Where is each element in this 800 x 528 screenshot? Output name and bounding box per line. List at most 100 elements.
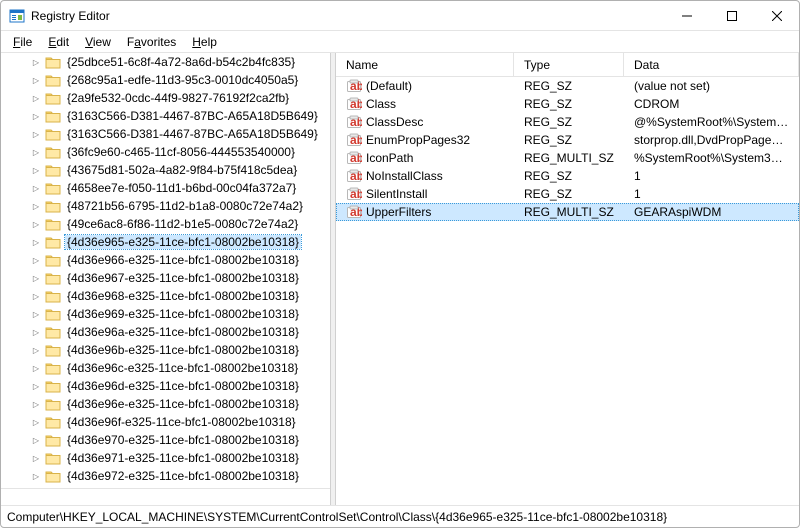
expand-icon[interactable]: ▷ <box>29 361 43 375</box>
tree-horizontal-scrollbar[interactable] <box>1 488 330 505</box>
tree-item[interactable]: ▷{43675d81-502a-4a82-9f84-b75f418c5dea} <box>1 161 330 179</box>
close-button[interactable] <box>754 1 799 31</box>
minimize-button[interactable] <box>664 1 709 31</box>
value-row[interactable]: abEnumPropPages32REG_SZstorprop.dll,DvdP… <box>336 131 799 149</box>
maximize-button[interactable] <box>709 1 754 31</box>
tree-item[interactable]: ▷{49ce6ac8-6f86-11d2-b1e5-0080c72e74a2} <box>1 215 330 233</box>
value-row[interactable]: abSilentInstallREG_SZ1 <box>336 185 799 203</box>
value-type: REG_SZ <box>514 133 624 147</box>
tree-item[interactable]: ▷{4d36e96e-e325-11ce-bfc1-08002be10318} <box>1 395 330 413</box>
value-row[interactable]: abNoInstallClassREG_SZ1 <box>336 167 799 185</box>
expand-icon[interactable]: ▷ <box>29 415 43 429</box>
folder-icon <box>45 163 61 177</box>
tree-item[interactable]: ▷{4d36e96d-e325-11ce-bfc1-08002be10318} <box>1 377 330 395</box>
value-row[interactable]: abUpperFiltersREG_MULTI_SZGEARAspiWDM <box>336 203 799 221</box>
tree-item[interactable]: ▷{4d36e966-e325-11ce-bfc1-08002be10318} <box>1 251 330 269</box>
expand-icon[interactable]: ▷ <box>29 181 43 195</box>
expand-icon[interactable]: ▷ <box>29 163 43 177</box>
expand-icon[interactable]: ▷ <box>29 325 43 339</box>
menu-edit[interactable]: Edit <box>40 33 77 51</box>
tree-item[interactable]: ▷{4d36e96f-e325-11ce-bfc1-08002be10318} <box>1 413 330 431</box>
expand-icon[interactable]: ▷ <box>29 289 43 303</box>
expand-icon[interactable]: ▷ <box>29 217 43 231</box>
expand-icon[interactable]: ▷ <box>29 379 43 393</box>
tree-item-label: {4d36e970-e325-11ce-bfc1-08002be10318} <box>65 433 301 447</box>
tree-item[interactable]: ▷{4d36e96c-e325-11ce-bfc1-08002be10318} <box>1 359 330 377</box>
value-row[interactable]: abClassDescREG_SZ@%SystemRoot%\System32\… <box>336 113 799 131</box>
folder-icon <box>45 271 61 285</box>
tree-item-label: {3163C566-D381-4467-87BC-A65A18D5B649} <box>65 127 320 141</box>
list-body[interactable]: ab(Default)REG_SZ(value not set)abClassR… <box>336 77 799 505</box>
value-row[interactable]: abClassREG_SZCDROM <box>336 95 799 113</box>
value-data: (value not set) <box>624 79 799 93</box>
tree-item[interactable]: ▷ {4d36e971-e325-11ce-bfc1-08002be10318} <box>1 449 330 467</box>
folder-icon <box>45 451 61 465</box>
folder-icon <box>45 397 61 411</box>
expand-icon[interactable]: ▷ <box>29 199 43 213</box>
value-row[interactable]: ab(Default)REG_SZ(value not set) <box>336 77 799 95</box>
tree-item[interactable]: ▷{4d36e965-e325-11ce-bfc1-08002be10318} <box>1 233 330 251</box>
list-header: Name Type Data <box>336 53 799 77</box>
value-name: NoInstallClass <box>366 169 443 183</box>
menubar: File Edit View Favorites Help <box>1 31 799 53</box>
tree-item[interactable]: ▷{4d36e967-e325-11ce-bfc1-08002be10318} <box>1 269 330 287</box>
expand-icon[interactable]: ▷ <box>29 253 43 267</box>
tree-item[interactable]: ▷ {4d36e970-e325-11ce-bfc1-08002be10318} <box>1 431 330 449</box>
tree-item[interactable]: ▷ {3163C566-D381-4467-87BC-A65A18D5B649} <box>1 125 330 143</box>
menu-help[interactable]: Help <box>184 33 225 51</box>
folder-icon <box>45 415 61 429</box>
expand-icon[interactable]: ▷ <box>29 433 43 447</box>
value-name: UpperFilters <box>366 205 431 219</box>
expand-icon[interactable]: ▷ <box>29 55 43 69</box>
menu-file[interactable]: File <box>5 33 40 51</box>
folder-icon <box>45 55 61 69</box>
expand-icon[interactable]: ▷ <box>29 469 43 483</box>
tree-scroll[interactable]: ▷{25dbce51-6c8f-4a72-8a6d-b54c2b4fc835}▷… <box>1 53 330 488</box>
string-value-icon: ab <box>346 132 362 148</box>
value-data: 1 <box>624 187 799 201</box>
tree-item-label: {4d36e971-e325-11ce-bfc1-08002be10318} <box>65 451 301 465</box>
tree-item[interactable]: ▷{4d36e972-e325-11ce-bfc1-08002be10318} <box>1 467 330 485</box>
tree-item[interactable]: ▷{4658ee7e-f050-11d1-b6bd-00c04fa372a7} <box>1 179 330 197</box>
titlebar[interactable]: Registry Editor <box>1 1 799 31</box>
menu-view[interactable]: View <box>77 33 119 51</box>
expand-icon[interactable]: ▷ <box>29 451 43 465</box>
tree-item[interactable]: ▷{4d36e968-e325-11ce-bfc1-08002be10318} <box>1 287 330 305</box>
value-type: REG_SZ <box>514 79 624 93</box>
column-header-name[interactable]: Name <box>336 53 514 76</box>
value-row[interactable]: abIconPathREG_MULTI_SZ%SystemRoot%\Syste… <box>336 149 799 167</box>
menu-favorites[interactable]: Favorites <box>119 33 184 51</box>
tree-item-label: {4d36e96a-e325-11ce-bfc1-08002be10318} <box>65 325 301 339</box>
folder-icon <box>45 253 61 267</box>
tree-item[interactable]: ▷{2a9fe532-0cdc-44f9-9827-76192f2ca2fb} <box>1 89 330 107</box>
expand-icon[interactable]: ▷ <box>29 145 43 159</box>
expand-icon[interactable]: ▷ <box>29 91 43 105</box>
value-name: SilentInstall <box>366 187 427 201</box>
tree-item[interactable]: ▷{4d36e96b-e325-11ce-bfc1-08002be10318} <box>1 341 330 359</box>
tree-item[interactable]: ▷{268c95a1-edfe-11d3-95c3-0010dc4050a5} <box>1 71 330 89</box>
tree-item[interactable]: ▷{25dbce51-6c8f-4a72-8a6d-b54c2b4fc835} <box>1 53 330 71</box>
tree-item[interactable]: ▷ {3163C566-D381-4467-87BC-A65A18D5B649} <box>1 107 330 125</box>
value-name: Class <box>366 97 396 111</box>
expand-icon[interactable]: ▷ <box>29 73 43 87</box>
expand-icon[interactable]: ▷ <box>29 127 43 141</box>
expand-icon[interactable]: ▷ <box>29 271 43 285</box>
value-name: EnumPropPages32 <box>366 133 470 147</box>
expand-icon[interactable]: ▷ <box>29 109 43 123</box>
tree-item[interactable]: ▷ {4d36e969-e325-11ce-bfc1-08002be10318} <box>1 305 330 323</box>
content-area: ▷{25dbce51-6c8f-4a72-8a6d-b54c2b4fc835}▷… <box>1 53 799 505</box>
expand-icon[interactable]: ▷ <box>29 397 43 411</box>
tree-item-label: {4d36e969-e325-11ce-bfc1-08002be10318} <box>65 307 301 321</box>
tree-item[interactable]: ▷{36fc9e60-c465-11cf-8056-444553540000} <box>1 143 330 161</box>
column-header-type[interactable]: Type <box>514 53 624 76</box>
string-value-icon: ab <box>346 150 362 166</box>
tree-item[interactable]: ▷ {4d36e96a-e325-11ce-bfc1-08002be10318} <box>1 323 330 341</box>
tree-pane: ▷{25dbce51-6c8f-4a72-8a6d-b54c2b4fc835}▷… <box>1 53 331 505</box>
tree-item-label: {3163C566-D381-4467-87BC-A65A18D5B649} <box>65 109 320 123</box>
tree-item[interactable]: ▷{48721b56-6795-11d2-b1a8-0080c72e74a2} <box>1 197 330 215</box>
folder-icon <box>45 325 61 339</box>
column-header-data[interactable]: Data <box>624 53 799 76</box>
expand-icon[interactable]: ▷ <box>29 343 43 357</box>
expand-icon[interactable]: ▷ <box>29 307 43 321</box>
expand-icon[interactable]: ▷ <box>29 235 43 249</box>
